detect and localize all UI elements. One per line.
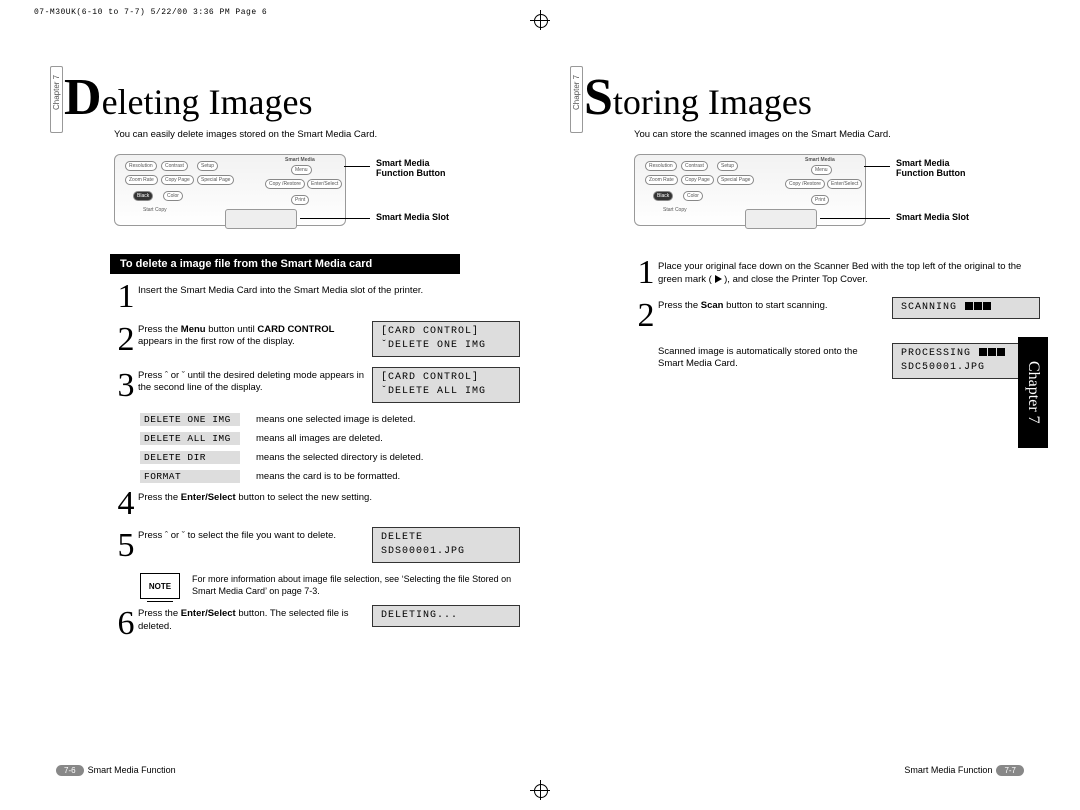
step-2b-right: Scanned image is automatically stored on… [634, 343, 1040, 379]
right-page: Chapter 7 Storing Images You can store t… [560, 77, 1040, 651]
side-chapter-tab: Chapter 7 [1018, 337, 1048, 448]
chapter-tab-left: Chapter 7 [50, 66, 63, 133]
step-4: 4 Press the Enter/Select button to selec… [114, 489, 520, 520]
callout-slot: Smart Media Slot [376, 212, 449, 222]
chapter-tab-right: Chapter 7 [570, 66, 583, 133]
green-mark-icon [715, 275, 722, 283]
callout-function-button: Smart Media Function Button [376, 158, 445, 178]
step-1: 1 Insert the Smart Media Card into the S… [114, 282, 520, 313]
step-2: 2 Press the Menu button until CARD CONTR… [114, 321, 520, 359]
crop-mark-top [530, 10, 550, 30]
smart-media-slot-icon [225, 209, 297, 229]
section-heading: To delete a image file from the Smart Me… [110, 254, 460, 274]
intro-left: You can easily delete images stored on t… [114, 129, 520, 140]
footer-right: Smart Media Function7-7 [904, 765, 1028, 776]
step-2-right: 2 Press the Scan button to start scannin… [634, 297, 1040, 335]
lcd-display: SCANNING [892, 297, 1040, 319]
callout-slot: Smart Media Slot [896, 212, 969, 222]
printer-panel-figure-right: Resolution Contrast Setup Zoom Rate Copy… [634, 154, 1040, 236]
step-6: 6 Press the Enter/Select button. The sel… [114, 605, 520, 643]
note-callout: NOTE For more information about image fi… [140, 573, 520, 599]
step-5: 5 Press ˆ or ˇ to select the file you wa… [114, 527, 520, 565]
callout-function-button: Smart Media Function Button [896, 158, 965, 178]
lcd-display: DELETING... [372, 605, 520, 627]
page-title-left: Deleting Images [64, 77, 520, 123]
step-1-right: 1 Place your original face down on the S… [634, 258, 1040, 289]
footer-left: 7-6Smart Media Function [52, 765, 176, 776]
left-page: Chapter 7 Deleting Images You can easily… [40, 77, 520, 651]
step-3: 3 Press ˆ or ˇ until the desired deletin… [114, 367, 520, 405]
control-panel-illustration: Resolution Contrast Setup Zoom Rate Copy… [634, 154, 866, 226]
printer-panel-figure-left: Resolution Contrast Setup Zoom Rate Copy… [114, 154, 520, 236]
crop-mark-bottom [530, 780, 550, 800]
intro-right: You can store the scanned images on the … [634, 129, 1040, 140]
definition-list: DELETE ONE IMGmeans one selected image i… [140, 413, 520, 483]
smart-media-slot-icon [745, 209, 817, 229]
lcd-display: [CARD CONTROL] ˇDELETE ONE IMG [372, 321, 520, 357]
lcd-display: DELETE SDS00001.JPG [372, 527, 520, 563]
lcd-display: [CARD CONTROL] ˇDELETE ALL IMG [372, 367, 520, 403]
control-panel-illustration: Resolution Contrast Setup Zoom Rate Copy… [114, 154, 346, 226]
page-title-right: Storing Images [584, 77, 1040, 123]
